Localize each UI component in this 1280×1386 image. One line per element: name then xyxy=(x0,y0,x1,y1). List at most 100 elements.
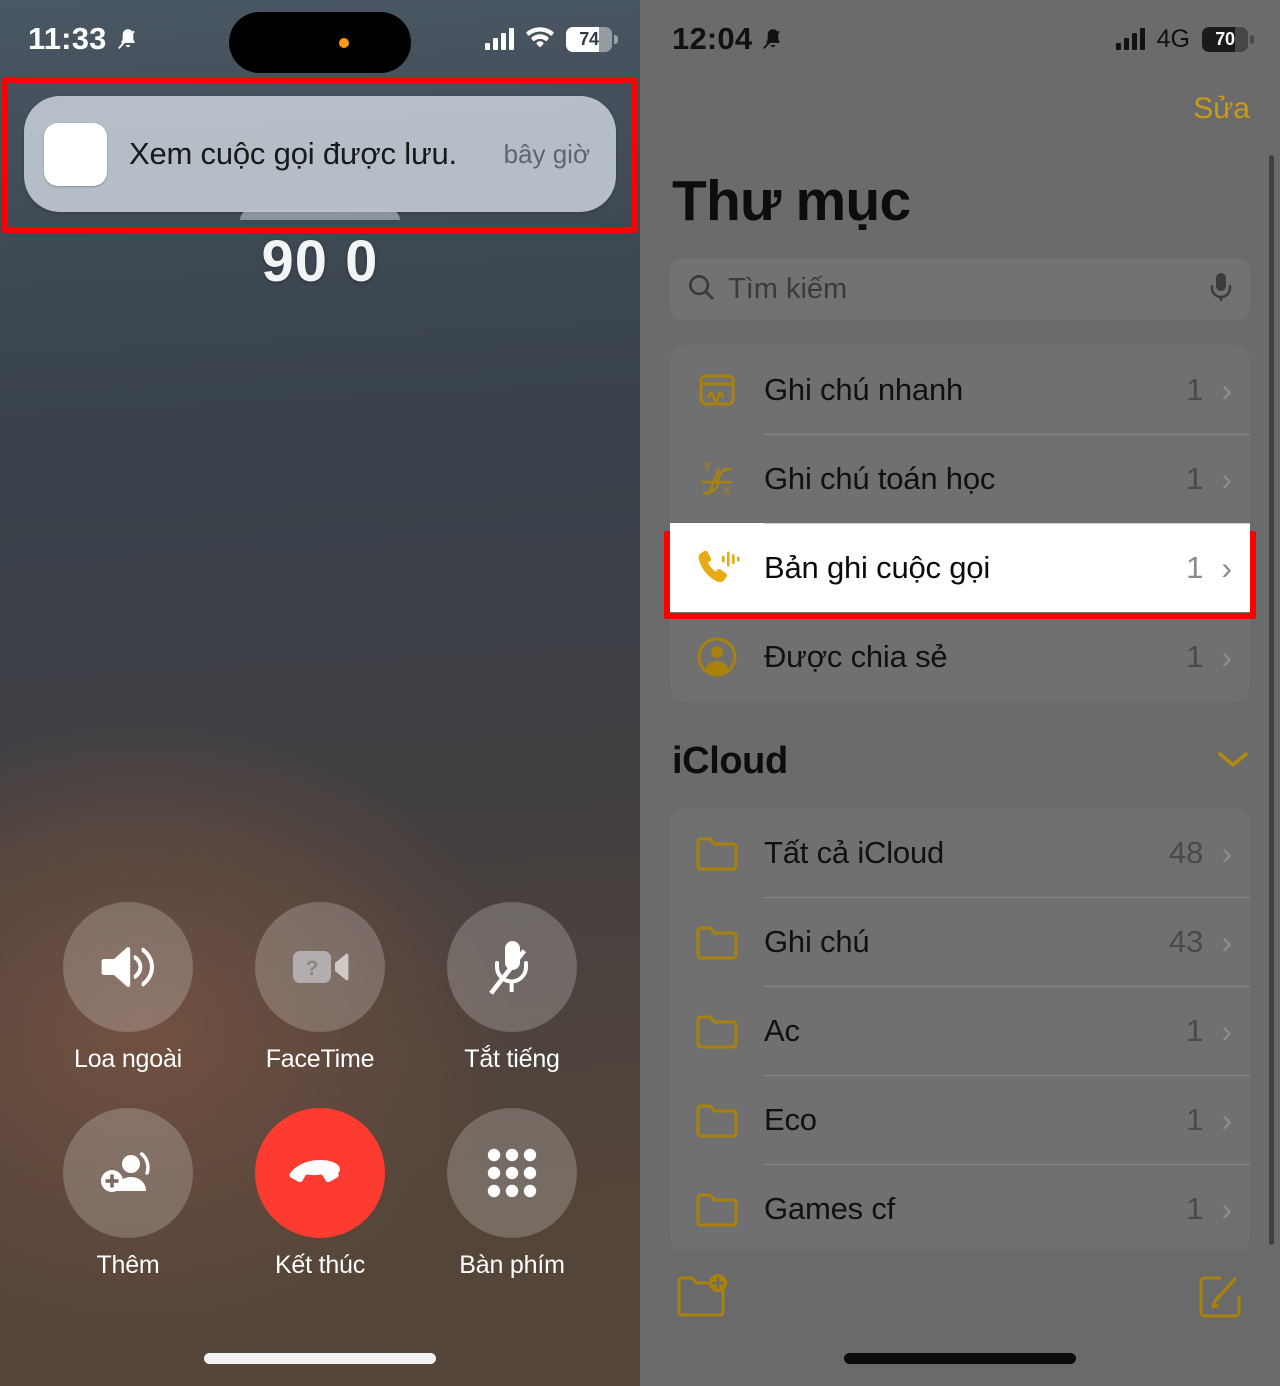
call-controls-row-2: Thêm Kết thúc Bàn phím xyxy=(0,1108,640,1280)
folder-row-shared[interactable]: Được chia sẻ 1 › xyxy=(670,612,1250,701)
quick-note-icon xyxy=(690,370,744,410)
bottom-toolbar xyxy=(640,1250,1280,1386)
speaker-label: Loa ngoài xyxy=(73,1045,183,1073)
notes-app-icon xyxy=(44,122,107,186)
folder-row-games-cf[interactable]: Games cf 1 › xyxy=(670,1164,1250,1253)
add-call-control[interactable]: Thêm xyxy=(63,1108,193,1280)
folder-label: Ghi chú xyxy=(764,923,870,959)
scrollbar[interactable] xyxy=(1269,155,1274,1245)
speaker-button[interactable] xyxy=(63,902,193,1032)
compose-note-icon[interactable] xyxy=(1196,1272,1244,1325)
call-screen: 11:33 74 90 0 Xem cuộc gọi được lưu. bây… xyxy=(0,0,640,1386)
folder-label: Bản ghi cuộc gọi xyxy=(764,549,991,585)
keypad-label: Bàn phím xyxy=(459,1251,565,1279)
cellular-bars-icon xyxy=(1115,28,1145,50)
math-note-icon: Y X xyxy=(690,458,744,500)
mute-control[interactable]: Tắt tiếng xyxy=(447,902,577,1074)
cellular-bars-icon xyxy=(485,28,514,50)
call-controls-row-1: Loa ngoài ? FaceTime Tắt tiếng xyxy=(0,902,640,1074)
folder-count: 1 xyxy=(1186,371,1204,407)
keypad-icon xyxy=(487,1148,537,1198)
folder-icon xyxy=(690,835,744,871)
network-type-label: 4G xyxy=(1156,24,1190,53)
chevron-right-icon: › xyxy=(1221,460,1232,497)
phone-waveform xyxy=(698,550,740,582)
folder-icon xyxy=(690,1191,744,1227)
folder-label: Eco xyxy=(764,1101,817,1137)
mute-button[interactable] xyxy=(447,902,577,1032)
add-contact-icon xyxy=(101,1152,150,1192)
search-icon xyxy=(686,272,716,307)
video-question-icon: ? xyxy=(293,951,349,983)
folder-count: 48 xyxy=(1168,834,1204,870)
notes-folders-screen: 12:04 4G 70 Sửa Thư mục Tìm kiếm Ghi chú… xyxy=(640,0,1280,1386)
folder-row-all-icloud[interactable]: Tất cả iCloud 48 › xyxy=(670,808,1250,897)
home-indicator-right[interactable] xyxy=(844,1353,1076,1364)
folder-row-math-note[interactable]: Y X Ghi chú toán học 1 › xyxy=(670,434,1250,523)
facetime-label: FaceTime xyxy=(265,1045,375,1073)
status-bar-right-left-group: 12:04 xyxy=(672,21,785,57)
chevron-right-icon: › xyxy=(1221,1012,1232,1049)
chevron-right-icon: › xyxy=(1221,923,1232,960)
dynamic-island xyxy=(229,12,411,73)
end-call-control[interactable]: Kết thúc xyxy=(255,1108,385,1280)
folder-row-quick-note[interactable]: Ghi chú nhanh 1 › xyxy=(670,345,1250,434)
facetime-button[interactable]: ? xyxy=(255,902,385,1032)
home-indicator-left[interactable] xyxy=(204,1353,436,1364)
status-bar-right-right-group: 4G 70 xyxy=(1115,24,1254,54)
keypad-control[interactable]: Bàn phím xyxy=(447,1108,577,1280)
page-title: Thư mục xyxy=(672,169,911,233)
folder-count: 1 xyxy=(1186,460,1204,496)
folder-label: Tất cả iCloud xyxy=(764,834,945,870)
folder-row-eco[interactable]: Eco 1 › xyxy=(670,1075,1250,1164)
svg-text:X: X xyxy=(722,483,731,498)
folder-icon xyxy=(690,1013,744,1049)
folder-label: Ghi chú nhanh xyxy=(764,371,964,407)
chevron-right-icon: › xyxy=(1221,638,1232,675)
end-call-button[interactable] xyxy=(255,1108,385,1238)
bell-slash-icon xyxy=(116,26,140,52)
add-call-button[interactable] xyxy=(63,1108,193,1238)
recording-indicator-dot xyxy=(339,37,349,48)
call-controls: Loa ngoài ? FaceTime Tắt tiếng Thêm Kết … xyxy=(0,902,640,1314)
folder-label: Games cf xyxy=(764,1190,896,1226)
search-input[interactable]: Tìm kiếm xyxy=(670,258,1250,320)
folder-count: 43 xyxy=(1168,923,1204,959)
folder-row-ac[interactable]: Ac 1 › xyxy=(670,986,1250,1075)
chevron-down-icon[interactable] xyxy=(1216,749,1250,774)
svg-text:Y: Y xyxy=(703,459,712,474)
folder-label: Được chia sẻ xyxy=(764,638,948,674)
status-bar-right: 12:04 4G 70 xyxy=(640,0,1280,78)
shared-icon xyxy=(690,635,744,679)
notification-message: Xem cuộc gọi được lưu. xyxy=(129,136,457,171)
chevron-right-icon: › xyxy=(1221,549,1232,586)
system-folders-list: Ghi chú nhanh 1 › Y X Ghi chú toán học 1… xyxy=(670,345,1250,701)
battery-indicator: 70 xyxy=(1202,26,1254,52)
speaker-wave-icon xyxy=(101,946,154,988)
edit-button[interactable]: Sửa xyxy=(1193,92,1250,126)
icloud-section-header[interactable]: iCloud xyxy=(672,740,1250,783)
chevron-right-icon: › xyxy=(1221,834,1232,871)
folder-icon xyxy=(690,1102,744,1138)
mic-slash-icon xyxy=(489,941,528,995)
folder-row-notes[interactable]: Ghi chú 43 › xyxy=(670,897,1250,986)
keypad-button[interactable] xyxy=(447,1108,577,1238)
wifi-icon xyxy=(526,26,554,53)
folder-count: 1 xyxy=(1186,549,1204,585)
notification-stack-peek xyxy=(24,210,616,220)
dual-screenshot: 11:33 74 90 0 Xem cuộc gọi được lưu. bây… xyxy=(0,0,1280,1386)
folder-count: 1 xyxy=(1186,1190,1204,1226)
chevron-right-icon: › xyxy=(1221,1190,1232,1227)
microphone-icon[interactable] xyxy=(1208,271,1234,308)
facetime-control[interactable]: ? FaceTime xyxy=(255,902,385,1074)
chevron-right-icon: › xyxy=(1221,371,1232,408)
folder-label: Ac xyxy=(764,1012,800,1048)
status-bar-left-group: 11:33 xyxy=(28,21,140,57)
folder-row-call-recording[interactable]: Bản ghi cuộc gọi 1 › xyxy=(670,523,1250,612)
notification-time: bây giờ xyxy=(503,138,590,169)
new-folder-icon[interactable] xyxy=(676,1272,732,1323)
status-bar-right-group: 74 xyxy=(485,26,618,53)
speaker-control[interactable]: Loa ngoài xyxy=(63,902,193,1074)
notification-banner[interactable]: Xem cuộc gọi được lưu. bây giờ xyxy=(24,96,616,220)
notification-card[interactable]: Xem cuộc gọi được lưu. bây giờ xyxy=(24,96,616,212)
